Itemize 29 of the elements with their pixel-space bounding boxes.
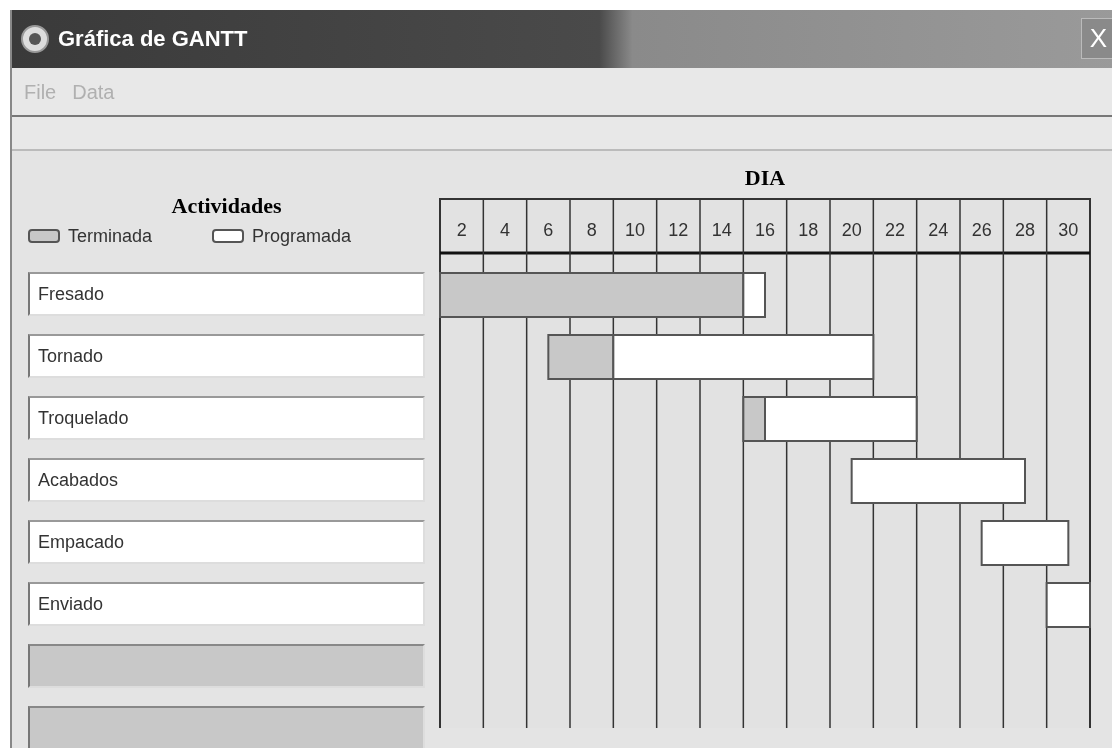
app-icon	[20, 24, 50, 54]
day-label: 26	[971, 220, 992, 240]
empty-field[interactable]	[28, 706, 425, 748]
day-label: 6	[543, 220, 554, 240]
activity-field[interactable]: Acabados	[28, 458, 425, 502]
day-label: 8	[586, 220, 597, 240]
activity-field[interactable]: Empacado	[28, 520, 425, 564]
legend-label: Terminada	[68, 224, 153, 248]
day-label: 30	[1058, 220, 1079, 240]
activity-field[interactable]: Troquelado	[28, 396, 425, 440]
empty-field[interactable]	[28, 644, 425, 688]
day-label: 14	[711, 220, 732, 240]
activity-field[interactable]: Fresado	[28, 272, 425, 316]
day-label: 24	[928, 220, 949, 240]
activity-field[interactable]: Enviado	[28, 582, 425, 626]
activity-field[interactable]: Tornado	[28, 334, 425, 378]
day-label: 10	[625, 220, 645, 240]
day-label: 4	[500, 220, 510, 240]
day-label: 2	[456, 220, 467, 240]
day-label: 18	[798, 220, 819, 240]
day-label: 20	[841, 220, 862, 240]
day-label: 28	[1015, 220, 1035, 240]
legend-label: Programada	[252, 224, 352, 248]
window-title: Gráfica de GANTT	[58, 25, 248, 54]
day-label: 22	[885, 220, 905, 240]
panel-title: Actividades	[171, 193, 282, 219]
day-label: 16	[755, 220, 775, 240]
day-label: 12	[668, 220, 689, 240]
axis-title: DIA	[744, 164, 786, 192]
